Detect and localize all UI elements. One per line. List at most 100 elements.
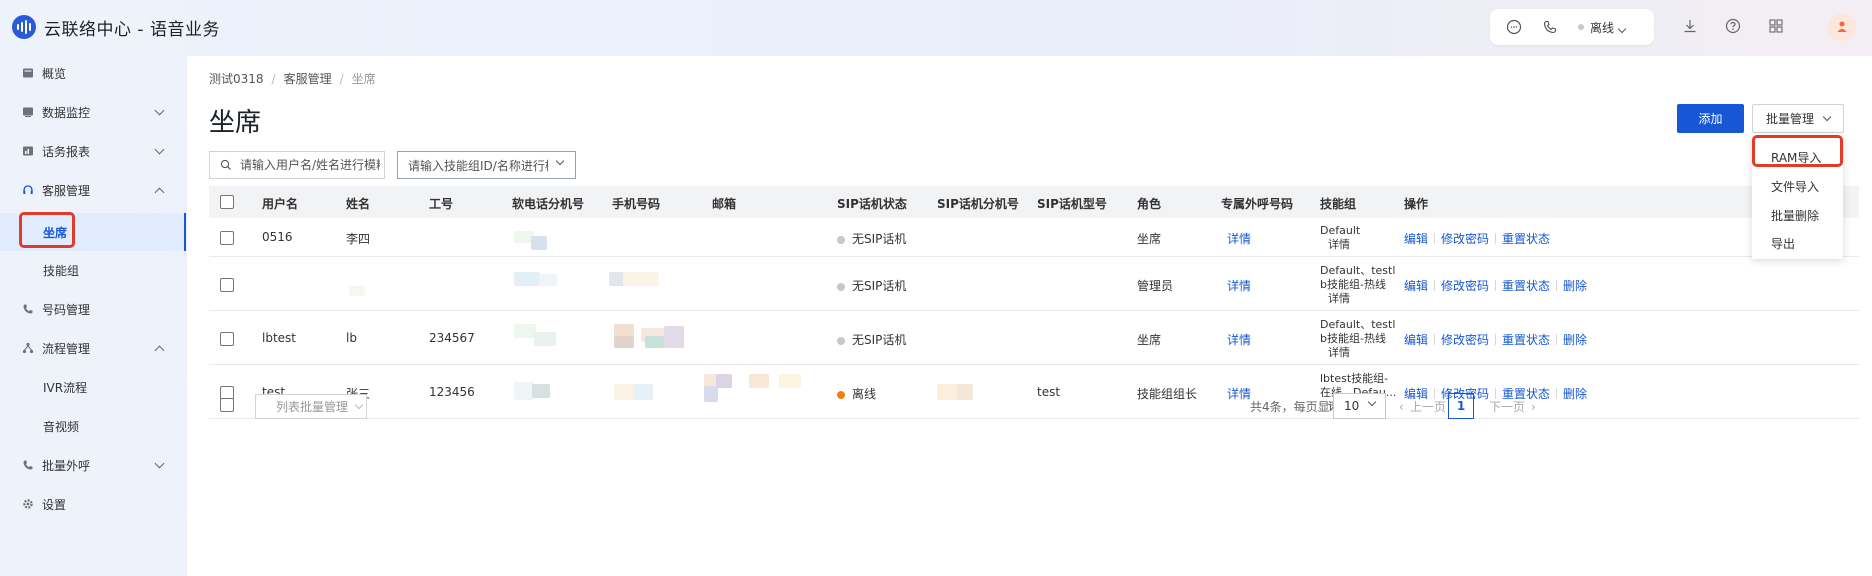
skill-detail-link[interactable]: 详情	[1328, 346, 1350, 360]
delete-link[interactable]: 删除	[1563, 385, 1587, 402]
sidebar-item-overview[interactable]: 概览	[0, 54, 186, 92]
redacted-sip-extension	[957, 384, 973, 400]
phone-icon	[23, 304, 33, 314]
brand: 云联络中心 - 语音业务	[12, 15, 220, 40]
add-button[interactable]: 添加	[1677, 104, 1744, 133]
sidebar-item-label: IVR流程	[43, 380, 88, 395]
sidebar-item-customer-service[interactable]: 客服管理	[0, 171, 186, 209]
user-avatar[interactable]	[1828, 13, 1856, 41]
chevron-down-icon	[555, 156, 565, 166]
row-actions: 编辑 修改密码 重置状态 删除	[1404, 277, 1587, 294]
select-all-checkbox[interactable]	[220, 195, 234, 209]
sidebar-item-reports[interactable]: 话务报表	[0, 132, 186, 170]
column-header: 邮箱	[712, 197, 737, 211]
skill-group-filter[interactable]: 请输入技能组ID/名称进行模糊	[397, 151, 576, 179]
current-page-button[interactable]: 1	[1448, 393, 1474, 419]
status-dot	[837, 337, 845, 345]
outbound-detail-link[interactable]: 详情	[1227, 385, 1251, 402]
search-input[interactable]	[240, 158, 380, 172]
redacted-softphone	[539, 274, 557, 286]
delete-link[interactable]: 删除	[1563, 277, 1587, 294]
sidebar-item-batch-outbound[interactable]: 批量外呼	[0, 446, 186, 484]
row-checkbox[interactable]	[220, 278, 234, 292]
column-header: 角色	[1137, 197, 1162, 211]
next-page-button[interactable]: 下一页 ›	[1489, 398, 1536, 415]
column-header: 工号	[429, 197, 454, 211]
redacted-email	[749, 374, 769, 388]
sidebar-item-audio-video[interactable]: 音视频	[0, 407, 186, 445]
cell-name: lb	[346, 331, 357, 345]
sidebar-item-label: 概览	[42, 66, 67, 81]
logo-icon	[12, 15, 36, 39]
edit-link[interactable]: 编辑	[1404, 331, 1428, 348]
sip-status-label: 无SIP话机	[852, 333, 907, 347]
cell-sip-status: 离线	[837, 385, 876, 402]
username-search[interactable]	[209, 151, 385, 179]
table-row: 0516 李四 无SIP话机 坐席 详情 Default 详情 编辑 修改密码 …	[209, 218, 1859, 257]
cell-role: 管理员	[1137, 279, 1174, 293]
menu-item-file-import[interactable]: 文件导入	[1771, 178, 1819, 195]
outbound-detail-link[interactable]: 详情	[1227, 230, 1251, 247]
menu-item-export[interactable]: 导出	[1771, 235, 1795, 252]
change-password-link[interactable]: 修改密码	[1441, 331, 1489, 348]
column-header: SIP话机分机号	[937, 197, 1019, 211]
chevron-down-icon	[354, 400, 364, 410]
apps-grid-icon[interactable]	[1768, 18, 1784, 34]
reset-status-link[interactable]: 重置状态	[1502, 331, 1550, 348]
sidebar-item-data-monitor[interactable]: 数据监控	[0, 93, 186, 131]
bulk-manage-button[interactable]: 批量管理	[1752, 104, 1844, 133]
sidebar-item-ivr[interactable]: IVR流程	[0, 368, 186, 406]
chevron-down-icon	[1617, 24, 1627, 33]
page-size-select[interactable]: 10	[1333, 393, 1386, 419]
agent-status-select[interactable]: 离线	[1590, 19, 1627, 36]
breadcrumb-item[interactable]: 客服管理	[284, 70, 332, 87]
sidebar-item-numbers[interactable]: 号码管理	[0, 290, 186, 328]
chevron-down-icon	[154, 144, 165, 155]
sidebar-item-label: 音视频	[43, 419, 80, 434]
edit-link[interactable]: 编辑	[1404, 230, 1428, 247]
skill-detail-link[interactable]: 详情	[1328, 292, 1350, 306]
outbound-detail-link[interactable]: 详情	[1227, 331, 1251, 348]
main-content: 测试0318 / 客服管理 / 坐席 坐席 添加 批量管理 请输入技能组ID/名…	[187, 56, 1872, 576]
prev-page-button[interactable]: ‹ 上一页	[1399, 398, 1446, 415]
cell-sip-model: test	[1037, 385, 1061, 399]
redacted-softphone	[532, 384, 550, 398]
column-header: 操作	[1404, 197, 1429, 211]
outbound-detail-link[interactable]: 详情	[1227, 277, 1251, 294]
phone-icon[interactable]	[1542, 19, 1558, 35]
footer-select-all-checkbox[interactable]	[220, 398, 234, 412]
change-password-link[interactable]: 修改密码	[1441, 277, 1489, 294]
redacted-email	[704, 386, 718, 402]
row-checkbox[interactable]	[220, 332, 234, 346]
change-password-link[interactable]: 修改密码	[1441, 230, 1489, 247]
breadcrumb-item[interactable]: 测试0318	[209, 70, 264, 87]
skill-group-text: b技能组-热线	[1320, 332, 1386, 345]
bulk-manage-label: 批量管理	[1765, 112, 1814, 126]
redacted-softphone	[514, 382, 534, 400]
chat-icon[interactable]	[1506, 19, 1522, 35]
menu-item-bulk-delete[interactable]: 批量删除	[1771, 207, 1819, 224]
row-checkbox[interactable]	[220, 231, 234, 245]
chevron-down-icon	[154, 105, 165, 116]
download-icon[interactable]	[1682, 18, 1698, 34]
column-header: 姓名	[346, 197, 371, 211]
list-bulk-select[interactable]: 列表批量管理	[255, 394, 367, 419]
status-dot	[837, 236, 845, 244]
sidebar-item-skill-groups[interactable]: 技能组	[0, 251, 186, 289]
sidebar-item-flow[interactable]: 流程管理	[0, 329, 186, 367]
list-bulk-select-label: 列表批量管理	[276, 400, 349, 414]
highlight-box	[19, 212, 75, 248]
edit-link[interactable]: 编辑	[1404, 277, 1428, 294]
help-icon[interactable]	[1725, 18, 1741, 34]
breadcrumb: 测试0318 / 客服管理 / 坐席	[209, 70, 376, 87]
delete-link[interactable]: 删除	[1563, 331, 1587, 348]
monitor-icon	[23, 107, 33, 117]
sidebar-item-settings[interactable]: 设置	[0, 485, 186, 523]
reset-status-link[interactable]: 重置状态	[1502, 277, 1550, 294]
skill-detail-link[interactable]: 详情	[1328, 238, 1350, 252]
column-header: 手机号码	[612, 197, 661, 211]
total-count: 共4条，每页显示:	[1250, 400, 1346, 414]
reset-status-link[interactable]: 重置状态	[1502, 230, 1550, 247]
chevron-up-icon	[154, 345, 165, 356]
breadcrumb-current: 坐席	[351, 72, 376, 86]
